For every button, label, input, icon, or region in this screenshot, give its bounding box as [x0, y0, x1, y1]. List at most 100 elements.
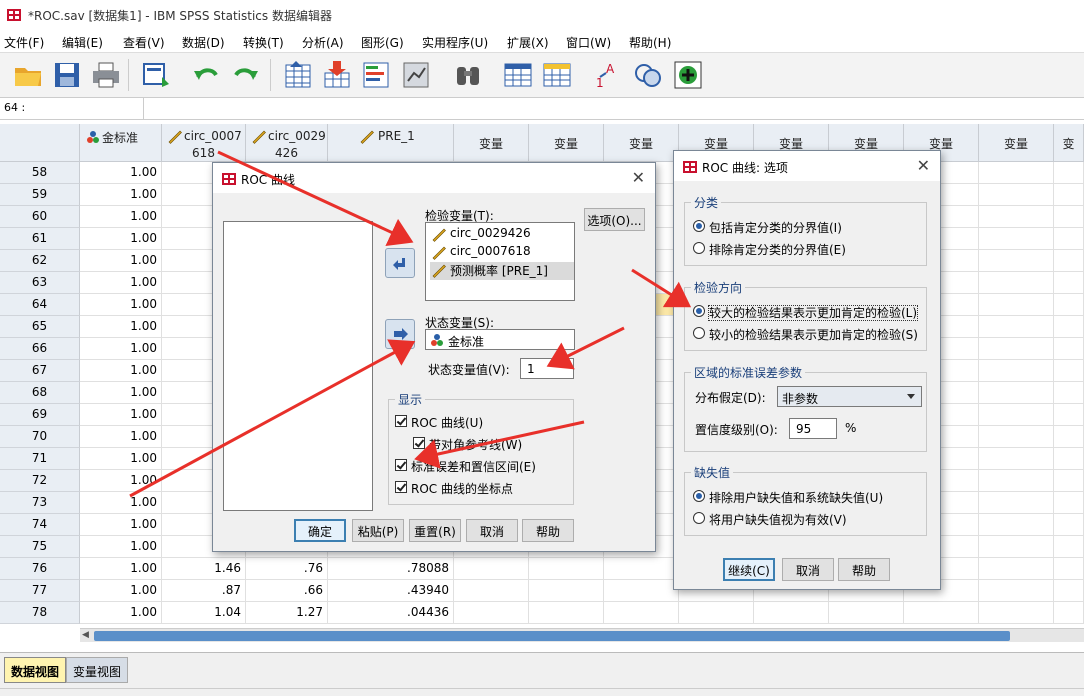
row-number[interactable]: 76 — [0, 558, 80, 580]
table-cell[interactable] — [979, 162, 1054, 184]
cancel-button[interactable]: 取消 — [466, 519, 518, 542]
print-icon[interactable] — [90, 59, 122, 91]
list-item[interactable]: circ_0029426 — [430, 226, 574, 244]
list-item[interactable]: 预测概率 [PRE_1] — [430, 262, 574, 280]
table-cell[interactable] — [979, 536, 1054, 558]
tab-variable-view[interactable]: 变量视图 — [66, 657, 129, 683]
row-number[interactable]: 75 — [0, 536, 80, 558]
table-cell[interactable] — [1054, 404, 1084, 426]
table-cell[interactable]: 1.00 — [80, 184, 162, 206]
table-cell[interactable] — [829, 602, 904, 624]
table-cell[interactable] — [1054, 162, 1084, 184]
table-cell[interactable] — [1054, 492, 1084, 514]
menu-view[interactable]: 查看(V) — [123, 34, 165, 51]
table-cell[interactable] — [1054, 360, 1084, 382]
table-cell[interactable]: 1.00 — [80, 382, 162, 404]
roc-curve-checkbox[interactable]: ROC 曲线(U) — [395, 414, 483, 431]
column-header-pre-1[interactable]: PRE_1 — [328, 124, 454, 162]
row-number[interactable]: 68 — [0, 382, 80, 404]
add-extension-icon[interactable] — [672, 59, 704, 91]
table-cell[interactable] — [979, 602, 1054, 624]
table-cell[interactable] — [979, 492, 1054, 514]
include-cutoff-radio[interactable]: 包括肯定分类的分界值(I) — [693, 219, 842, 236]
table-cell[interactable] — [979, 250, 1054, 272]
table-cell[interactable] — [979, 294, 1054, 316]
table-cell[interactable] — [1054, 448, 1084, 470]
tab-data-view[interactable]: 数据视图 — [4, 657, 67, 683]
row-number[interactable]: 58 — [0, 162, 80, 184]
table-cell[interactable]: 1.46 — [162, 558, 246, 580]
table-cell[interactable] — [1054, 338, 1084, 360]
table-cell[interactable] — [979, 382, 1054, 404]
table-cell[interactable] — [1054, 294, 1084, 316]
table-cell[interactable]: 1.27 — [246, 602, 328, 624]
row-number[interactable]: 64 — [0, 294, 80, 316]
list-item[interactable]: circ_0007618 — [430, 244, 574, 262]
table-cell[interactable] — [1054, 316, 1084, 338]
column-header-empty[interactable]: 变量 — [979, 124, 1054, 162]
test-variable-list[interactable]: circ_0029426 circ_0007618 预测概率 [PRE_1] — [425, 222, 575, 301]
goto-variable-icon[interactable] — [321, 59, 353, 91]
state-value-input[interactable]: 1 — [520, 358, 574, 379]
variables-icon[interactable] — [360, 59, 392, 91]
table-cell[interactable] — [979, 360, 1054, 382]
column-header-empty[interactable]: 变量 — [604, 124, 679, 162]
table-cell[interactable]: 1.00 — [80, 250, 162, 272]
table-cell[interactable]: 1.04 — [162, 602, 246, 624]
table-cell[interactable] — [1054, 602, 1084, 624]
row-number[interactable]: 60 — [0, 206, 80, 228]
menu-graphs[interactable]: 图形(G) — [361, 34, 404, 51]
table-cell[interactable]: 1.00 — [80, 558, 162, 580]
row-number[interactable]: 72 — [0, 470, 80, 492]
table-cell[interactable] — [979, 272, 1054, 294]
table-cell[interactable]: .04436 — [328, 602, 454, 624]
state-variable-field[interactable]: 金标准 — [425, 329, 575, 350]
dialog-recall-icon[interactable] — [140, 59, 172, 91]
menu-help[interactable]: 帮助(H) — [629, 34, 671, 51]
exclude-missing-radio[interactable]: 排除用户缺失值和系统缺失值(U) — [693, 489, 883, 506]
table-cell[interactable] — [979, 338, 1054, 360]
menu-data[interactable]: 数据(D) — [182, 34, 225, 51]
std-error-ci-checkbox[interactable]: 标准误差和置信区间(E) — [395, 458, 536, 475]
cancel-button[interactable]: 取消 — [782, 558, 834, 581]
help-button[interactable]: 帮助 — [522, 519, 574, 542]
table-cell[interactable] — [1054, 184, 1084, 206]
table-cell[interactable] — [1054, 206, 1084, 228]
move-to-state-button[interactable] — [385, 319, 415, 349]
table-cell[interactable] — [529, 602, 604, 624]
reset-button[interactable]: 重置(R) — [409, 519, 461, 542]
table-cell[interactable] — [1054, 580, 1084, 602]
smaller-positive-radio[interactable]: 较小的检验结果表示更加肯定的检验(S) — [693, 326, 918, 343]
table-cell[interactable]: 1.00 — [80, 272, 162, 294]
table-cell[interactable]: .76 — [246, 558, 328, 580]
table-cell[interactable]: 1.00 — [80, 426, 162, 448]
exclude-cutoff-radio[interactable]: 排除肯定分类的分界值(E) — [693, 241, 846, 258]
scrollbar-thumb[interactable] — [94, 631, 1010, 641]
table-cell[interactable] — [529, 558, 604, 580]
menu-edit[interactable]: 编辑(E) — [62, 34, 103, 51]
table-cell[interactable] — [1054, 558, 1084, 580]
table-cell[interactable] — [1054, 250, 1084, 272]
table-cell[interactable]: 1.00 — [80, 602, 162, 624]
paste-button[interactable]: 粘贴(P) — [352, 519, 404, 542]
table-cell[interactable] — [979, 184, 1054, 206]
row-number[interactable]: 59 — [0, 184, 80, 206]
table-cell[interactable]: 1.00 — [80, 492, 162, 514]
row-number[interactable]: 63 — [0, 272, 80, 294]
menu-window[interactable]: 窗口(W) — [566, 34, 611, 51]
scroll-left-icon[interactable]: ◀ — [82, 630, 92, 641]
table-cell[interactable] — [979, 558, 1054, 580]
table-cell[interactable] — [454, 602, 529, 624]
larger-positive-radio[interactable]: 较大的检验结果表示更加肯定的检验(L) — [693, 304, 919, 321]
table-cell[interactable] — [1054, 426, 1084, 448]
table-cell[interactable]: .66 — [246, 580, 328, 602]
row-number[interactable]: 69 — [0, 404, 80, 426]
table-cell[interactable] — [604, 602, 679, 624]
treat-missing-valid-radio[interactable]: 将用户缺失值视为有效(V) — [693, 511, 847, 528]
table-cell[interactable] — [979, 470, 1054, 492]
horizontal-scrollbar[interactable]: ◀ — [80, 628, 1084, 642]
column-header-empty[interactable]: 变量 — [529, 124, 604, 162]
move-to-test-button[interactable] — [385, 248, 415, 278]
table-cell[interactable]: 1.00 — [80, 228, 162, 250]
table-cell[interactable] — [979, 514, 1054, 536]
